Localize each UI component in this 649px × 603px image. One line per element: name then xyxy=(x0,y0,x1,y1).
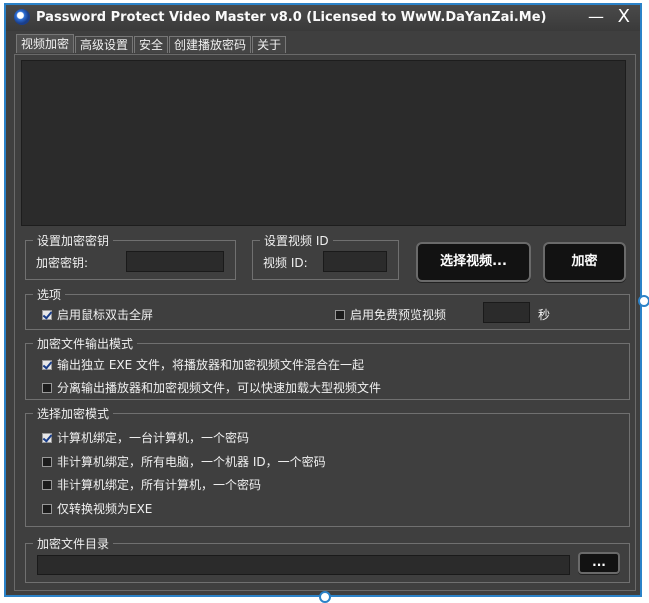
fullscreen-checkbox[interactable]: 启用鼠标双击全屏 xyxy=(42,306,153,323)
encrypt-button[interactable]: 加密 xyxy=(543,242,626,282)
checkbox-unchecked-icon[interactable] xyxy=(42,456,52,467)
key-group-title: 设置加密密钥 xyxy=(33,232,114,249)
directory-title: 加密文件目录 xyxy=(33,535,114,552)
key-label: 加密密钥: xyxy=(36,256,89,270)
tab-create-play-password[interactable]: 创建播放密码 xyxy=(169,36,252,53)
tab-advanced-settings[interactable]: 高级设置 xyxy=(75,36,134,53)
checkbox-unchecked-icon[interactable] xyxy=(42,479,52,490)
encryption-key-input[interactable] xyxy=(126,251,224,272)
convert-only-radio[interactable]: 仅转换视频为EXE xyxy=(42,500,152,517)
checkbox-unchecked-icon[interactable] xyxy=(335,309,345,320)
encrypt-mode-title: 选择加密模式 xyxy=(33,405,114,422)
app-logo-icon xyxy=(14,9,30,25)
resize-handle-right[interactable] xyxy=(638,295,649,307)
tab-security[interactable]: 安全 xyxy=(134,36,169,53)
output-exe-radio[interactable]: 输出独立 EXE 文件，将播放器和加密视频文件混合在一起 xyxy=(42,356,364,373)
unbound-radio[interactable]: 非计算机绑定，所有计算机，一个密码 xyxy=(42,476,261,493)
unbound-label: 非计算机绑定，所有计算机，一个密码 xyxy=(57,478,262,492)
checkbox-unchecked-icon[interactable] xyxy=(42,382,52,393)
machine-id-label: 非计算机绑定，所有电脑，一个机器 ID，一个密码 xyxy=(57,455,326,469)
computer-bound-radio[interactable]: 计算机绑定，一台计算机，一个密码 xyxy=(42,429,249,446)
checkbox-unchecked-icon[interactable] xyxy=(42,503,52,514)
tab-video-encrypt[interactable]: 视频加密 xyxy=(16,34,75,53)
checkbox-checked-icon[interactable] xyxy=(42,309,52,320)
checkbox-checked-icon[interactable] xyxy=(42,359,52,370)
seconds-unit-label: 秒 xyxy=(538,308,551,322)
computer-bound-label: 计算机绑定，一台计算机，一个密码 xyxy=(57,431,250,445)
preview-seconds-input[interactable] xyxy=(483,302,530,323)
free-preview-checkbox[interactable]: 启用免费预览视频 xyxy=(335,306,446,323)
output-separate-label: 分离输出播放器和加密视频文件，可以快速加载大型视频文件 xyxy=(57,381,382,395)
output-separate-radio[interactable]: 分离输出播放器和加密视频文件，可以快速加载大型视频文件 xyxy=(42,379,381,396)
output-directory-input[interactable] xyxy=(37,555,570,575)
video-preview-area xyxy=(21,60,626,226)
browse-button[interactable]: ... xyxy=(578,552,620,574)
convert-only-label: 仅转换视频为EXE xyxy=(57,502,153,516)
video-id-group-title: 设置视频 ID xyxy=(260,232,333,249)
output-exe-label: 输出独立 EXE 文件，将播放器和加密视频文件混合在一起 xyxy=(57,358,365,372)
resize-handle-bottom[interactable] xyxy=(319,591,331,603)
window-title: Password Protect Video Master v8.0 (Lice… xyxy=(36,10,547,25)
free-preview-label: 启用免费预览视频 xyxy=(350,308,447,322)
tab-about[interactable]: 关于 xyxy=(252,36,287,53)
fullscreen-label: 启用鼠标双击全屏 xyxy=(57,308,154,322)
checkbox-checked-icon[interactable] xyxy=(42,432,52,443)
minimize-button[interactable]: — xyxy=(588,7,604,26)
title-bar[interactable]: Password Protect Video Master v8.0 (Lice… xyxy=(6,5,640,31)
options-title: 选项 xyxy=(33,286,66,303)
video-id-label: 视频 ID: xyxy=(263,256,308,270)
close-button[interactable]: X xyxy=(618,6,630,27)
machine-id-radio[interactable]: 非计算机绑定，所有电脑，一个机器 ID，一个密码 xyxy=(42,453,326,470)
video-id-input[interactable] xyxy=(323,251,387,272)
select-video-button[interactable]: 选择视频... xyxy=(416,242,531,282)
output-mode-title: 加密文件输出模式 xyxy=(33,335,138,352)
tab-strip: 视频加密 高级设置 安全 创建播放密码 关于 xyxy=(16,34,287,54)
